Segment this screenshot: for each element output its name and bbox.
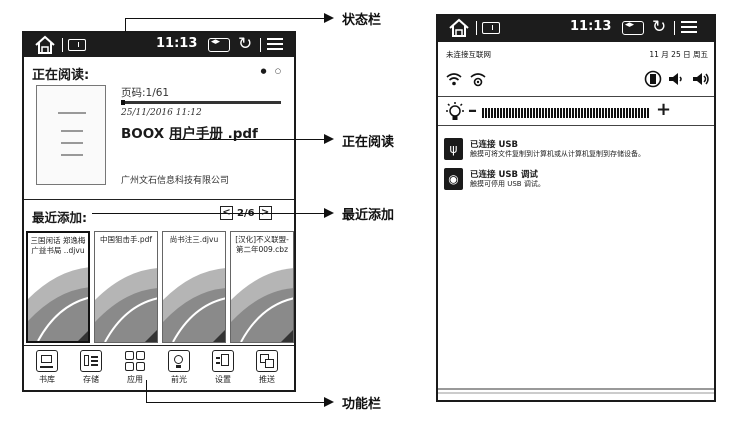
- book-thumbnail-icon: [231, 268, 293, 342]
- recently-added-title: 最近添加:: [32, 210, 87, 225]
- function-label: 设置: [215, 375, 231, 384]
- annotation-connector: [146, 380, 147, 402]
- panel-handle-shadow: [438, 392, 714, 394]
- recent-book-item[interactable]: 尚书注三.djvu: [162, 231, 226, 343]
- menu-icon[interactable]: [681, 21, 697, 35]
- book-thumbnail-icon: [95, 268, 157, 342]
- status-bar: 11:13 ↻: [438, 16, 714, 42]
- notification-usb[interactable]: ψ 已连接 USB 触摸可将文件复制到计算机或从计算机复制到存储设备。: [444, 137, 710, 163]
- function-frontlight-button[interactable]: 前光: [161, 350, 197, 385]
- status-separator: [476, 21, 477, 35]
- quick-settings-row: [444, 68, 710, 90]
- reading-progress-bar: [121, 101, 281, 104]
- status-separator: [260, 38, 261, 52]
- storage-icon: [80, 350, 102, 372]
- annotation-status-bar: 状态栏: [342, 13, 382, 28]
- android-debug-icon: ◉: [444, 168, 463, 190]
- page-info: 页码:1/61: [121, 87, 170, 99]
- settings-icon: [212, 350, 234, 372]
- frontlight-decrease-button[interactable]: –: [468, 100, 477, 121]
- function-label: 推送: [259, 375, 275, 384]
- menu-icon[interactable]: [267, 38, 283, 52]
- annotation-connector: [92, 213, 325, 214]
- sync-icon[interactable]: ↻: [238, 34, 252, 54]
- right-device-screen: 11:13 ↻ 未连接互联网 11 月 25 日 周五: [436, 14, 716, 402]
- recent-book-name: 中国狙击手.pdf: [99, 235, 153, 244]
- function-bar: 书库 存储 应用 前光 设置 推送: [24, 347, 294, 392]
- annotation-now-reading: 正在阅读: [342, 135, 395, 150]
- annotation-recently-added: 最近添加: [342, 208, 395, 223]
- notification-usb-debug[interactable]: ◉ 已连接 USB 调试 触摸可停用 USB 调试。: [444, 167, 710, 193]
- function-library-button[interactable]: 书库: [29, 350, 65, 385]
- usb-icon: ψ: [444, 138, 463, 160]
- home-icon[interactable]: [34, 35, 56, 55]
- screen-refresh-icon[interactable]: [68, 39, 86, 51]
- annotation-arrow-icon: [324, 134, 334, 144]
- function-settings-button[interactable]: 设置: [205, 350, 241, 385]
- annotation-connector: [125, 18, 325, 19]
- rotate-screen-icon[interactable]: [644, 69, 662, 89]
- annotation-arrow-icon: [324, 397, 334, 407]
- frontlight-slider-row: – +: [438, 96, 714, 126]
- volume-down-icon[interactable]: [668, 72, 684, 86]
- annotation-connector: [146, 402, 325, 403]
- reading-progress-knob: [121, 100, 125, 105]
- status-bar: 11:13 ↻: [24, 33, 294, 57]
- apps-icon: [124, 350, 146, 372]
- annotation-arrow-icon: [324, 208, 334, 218]
- volume-up-icon[interactable]: [692, 72, 710, 86]
- status-separator: [674, 21, 675, 35]
- recent-book-item[interactable]: [汉化]不义联盟-第二年009.cbz: [230, 231, 294, 343]
- function-storage-button[interactable]: 存储: [73, 350, 109, 385]
- function-bar-divider: [24, 345, 294, 346]
- frontlight-icon: [446, 102, 464, 120]
- book-cover[interactable]: [36, 85, 106, 185]
- battery-icon: [208, 37, 230, 52]
- wifi-settings-icon[interactable]: [470, 71, 486, 87]
- recent-book-item[interactable]: 三国闲话 郑逸梅 广益书局 ..djvu: [26, 231, 90, 343]
- book-thumbnail-icon: [28, 267, 88, 341]
- book-publisher: 广州文石信息科技有限公司: [121, 176, 230, 186]
- frontlight-icon: [168, 350, 190, 372]
- sync-icon[interactable]: ↻: [652, 17, 666, 37]
- now-reading-title: 正在阅读:: [32, 68, 90, 83]
- status-time: 11:13: [570, 19, 612, 34]
- book-thumbnail-icon: [163, 268, 225, 342]
- function-label: 前光: [171, 375, 187, 384]
- push-icon: [256, 350, 278, 372]
- notification-description: 触摸可停用 USB 调试。: [470, 180, 545, 188]
- battery-icon: [622, 20, 644, 35]
- library-icon: [36, 350, 58, 372]
- function-label: 存储: [83, 375, 99, 384]
- screen-refresh-icon[interactable]: [482, 22, 500, 34]
- recent-book-name: [汉化]不义联盟-第二年009.cbz: [235, 235, 289, 254]
- last-read-date: 25/11/2016 11:12: [121, 108, 202, 118]
- date-status: 11 月 25 日 周五: [649, 50, 708, 59]
- recent-book-item[interactable]: 中国狙击手.pdf: [94, 231, 158, 343]
- recent-book-name: 三国闲话 郑逸梅 广益书局 ..djvu: [30, 236, 86, 255]
- annotation-connector: [170, 139, 325, 140]
- function-apps-button[interactable]: 应用: [117, 350, 153, 385]
- home-icon[interactable]: [448, 18, 470, 38]
- recent-books-list: 三国闲话 郑逸梅 广益书局 ..djvu 中国狙击手.pdf 尚书注三.djvu: [26, 231, 294, 343]
- function-push-button[interactable]: 推送: [249, 350, 285, 385]
- function-label: 应用: [127, 375, 143, 384]
- recent-book-name: 尚书注三.djvu: [169, 235, 219, 244]
- frontlight-level-bar[interactable]: [482, 108, 650, 118]
- panel-handle[interactable]: [438, 388, 714, 390]
- frontlight-increase-button[interactable]: +: [656, 99, 671, 120]
- status-time: 11:13: [156, 36, 198, 51]
- left-device-screen: 11:13 ↻ 正在阅读: ● ○ 页码:1/61 25/11/2016 11:…: [22, 31, 296, 392]
- network-status: 未连接互联网: [446, 50, 491, 59]
- status-separator: [62, 38, 63, 52]
- annotation-arrow-icon: [324, 13, 334, 23]
- function-label: 书库: [39, 375, 55, 384]
- page-indicator-dots: ● ○: [260, 67, 284, 75]
- annotation-connector: [125, 18, 126, 32]
- section-divider: [24, 199, 294, 200]
- wifi-icon[interactable]: [446, 72, 462, 86]
- notification-description: 触摸可将文件复制到计算机或从计算机复制到存储设备。: [470, 150, 645, 158]
- annotation-function-bar: 功能栏: [342, 397, 382, 412]
